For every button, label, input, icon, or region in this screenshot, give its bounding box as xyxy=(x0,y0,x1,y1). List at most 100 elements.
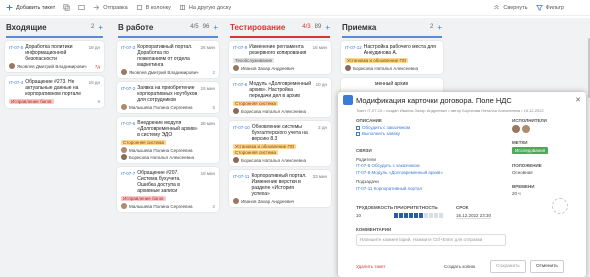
ticket-id[interactable]: IT-07-2 xyxy=(121,85,135,91)
ticket-id[interactable]: IT-07-4 xyxy=(9,79,23,85)
ticket-tag: Техобслуживание xyxy=(233,58,275,63)
ticket-id[interactable]: IT-07-3 xyxy=(121,44,135,50)
collapse-button[interactable]: Свернуть xyxy=(493,4,528,11)
priority-bar[interactable] xyxy=(394,213,443,218)
ticket-card[interactable]: IT-07-9 Изменение регламента резервного … xyxy=(229,41,331,74)
card-assignee: Борисова Наталья Алексеевна xyxy=(233,157,327,163)
send-button[interactable]: Отправка xyxy=(93,4,128,11)
parent-link[interactable]: IT-07-6 Обсудить с заказчиком xyxy=(356,163,420,168)
subtask-link[interactable]: IT-07-11 Корпоративный портал xyxy=(356,186,422,191)
column-count: 4/3 xyxy=(302,24,311,30)
ticket-card[interactable]: IT-07-12 Настройка рабочего места для Ан… xyxy=(341,41,443,74)
checkbox-icon[interactable] xyxy=(356,125,360,130)
avatar[interactable] xyxy=(522,125,530,133)
add-card-icon[interactable]: + xyxy=(325,23,330,32)
to-board-label: На другую доску xyxy=(188,4,232,11)
checklist-item[interactable]: Выполнить заявку xyxy=(356,131,410,136)
avatar[interactable] xyxy=(512,125,520,133)
to-board-button[interactable]: На другую доску xyxy=(179,4,231,11)
ticket-card[interactable]: IT-07-8 Модуль «Долговременный архив». Н… xyxy=(229,78,331,117)
ticket-card[interactable]: IT-07-3 Корпоративный портал. Доработка … xyxy=(117,41,219,78)
ticket-card[interactable]: IT-07-7 Обращение #207. Система бухучета… xyxy=(117,167,219,212)
filter-label: Фильтр xyxy=(545,4,564,11)
effort-value[interactable]: 10 xyxy=(356,213,361,218)
tag-chip[interactable]: Исследования xyxy=(512,147,549,154)
links-label: СВЯЗИ xyxy=(356,148,372,153)
parent-link[interactable]: IT-07-8 Модуль «Долговременный архив» xyxy=(356,170,443,175)
avatar xyxy=(233,157,239,163)
column-divider xyxy=(118,36,218,38)
create-copy-button[interactable]: Создать копию xyxy=(444,264,475,269)
ticket-time: 15 мин xyxy=(200,86,215,91)
priority-segment[interactable] xyxy=(409,213,413,218)
priority-segment[interactable] xyxy=(419,213,423,218)
ticket-id[interactable]: IT-07-11 xyxy=(233,173,249,179)
priority-segment[interactable] xyxy=(434,213,438,218)
ticket-id[interactable]: IT-07-6 xyxy=(121,120,135,126)
add-ticket-label: Добавить тикет xyxy=(16,4,56,11)
cancel-button[interactable]: Отменить xyxy=(530,260,564,273)
time-value[interactable]: 20 ч xyxy=(512,191,521,196)
column-count: 2 xyxy=(90,24,95,30)
close-icon[interactable]: ✕ xyxy=(575,96,581,104)
priority-segment[interactable] xyxy=(404,213,408,218)
ticket-id[interactable]: IT-07-12 xyxy=(345,44,362,50)
add-card-icon[interactable]: + xyxy=(98,23,103,32)
ticket-id[interactable]: IT-07-10 xyxy=(233,124,250,130)
add-ticket-button[interactable]: Добавить тикет xyxy=(6,4,55,11)
ticket-time: 33 мин xyxy=(312,174,327,179)
ticket-card[interactable]: IT-07-11 Корпоративный портал. Изменение… xyxy=(229,170,331,207)
ticket-time: 28 мин xyxy=(200,121,215,126)
add-card-icon[interactable]: + xyxy=(213,23,218,32)
copy-button[interactable] xyxy=(63,4,70,11)
position-label: ПОЛОЖЕНИЕ xyxy=(512,163,542,168)
column-divider xyxy=(6,36,103,38)
ticket-tag: Установка и обновление ПО xyxy=(233,144,297,149)
ticket-id[interactable]: IT-07-5 xyxy=(9,44,23,50)
executor-avatars[interactable] xyxy=(512,125,530,133)
executors-label: ИСПОЛНИТЕЛИ xyxy=(512,118,547,123)
ticket-title: Обращение #207. Система бухучета. Ошибка… xyxy=(137,170,181,194)
ticket-card[interactable]: IT-07-5 Доработка политики информационно… xyxy=(5,41,104,72)
checklist-item[interactable]: Обсудить с заказчиком xyxy=(356,125,410,130)
ticket-id[interactable]: IT-07-8 xyxy=(233,81,247,87)
priority-segment[interactable] xyxy=(429,213,433,218)
watermark-icon xyxy=(552,198,568,214)
priority-segment[interactable] xyxy=(414,213,418,218)
checklist: Обсудить с заказчиком Выполнить заявку xyxy=(356,125,410,136)
delete-ticket-link[interactable]: Удалить тикет xyxy=(356,264,385,269)
avatar xyxy=(121,203,127,209)
ticket-time: 15 дн xyxy=(88,80,100,85)
ticket-time: 26 мин xyxy=(200,45,215,50)
position-value[interactable]: Основная xyxy=(512,170,533,175)
ticket-card[interactable]: IT-07-4 Обращение #273. Не актуальные да… xyxy=(5,76,104,108)
modal-title[interactable]: Модификация карточки договора. Поле НДС xyxy=(356,96,572,105)
add-card-icon[interactable]: + xyxy=(437,23,442,32)
parents-label: Родители xyxy=(356,157,376,162)
ticket-time: 18 дн xyxy=(88,45,100,50)
priority-segment[interactable] xyxy=(394,213,398,218)
filter-button[interactable]: Фильтр xyxy=(535,4,564,11)
avatar xyxy=(345,65,351,71)
archive-button[interactable] xyxy=(78,4,85,11)
ticket-card[interactable]: IT-07-2 Заявка на приобретение корпорати… xyxy=(117,82,219,113)
overdue-badge: 7д xyxy=(94,63,100,69)
column-divider xyxy=(230,36,330,38)
ticket-card[interactable]: IT-07-6 Внедрение модуля «Долговременный… xyxy=(117,117,219,163)
modal-subtitle: Тикет IT-07-15 • создан Иванов Захар Анд… xyxy=(356,108,544,113)
assignee-name: Борисова Наталья Алексеевна xyxy=(129,154,194,160)
comment-input[interactable]: Напишите комментарий. Нажмите Ctrl+Enter… xyxy=(356,234,506,246)
deadline-input[interactable]: 16.12.2022 23:30 xyxy=(456,213,492,219)
assignee-name: Борисова Наталья Алексеевна xyxy=(353,65,418,71)
column-count: 2 xyxy=(429,24,434,30)
priority-segment[interactable] xyxy=(424,213,428,218)
save-button[interactable]: Сохранить xyxy=(490,260,526,273)
ticket-card[interactable]: IT-07-10 Обновление системы бухгалтерско… xyxy=(229,121,331,166)
priority-segment[interactable] xyxy=(399,213,403,218)
priority-segment[interactable] xyxy=(439,213,443,218)
assignee-name: Малышева Полина Сергеевна xyxy=(129,203,193,209)
ticket-id[interactable]: IT-07-7 xyxy=(121,170,135,176)
to-column-button[interactable]: В колонку xyxy=(136,4,171,11)
checkbox-icon[interactable] xyxy=(356,131,360,136)
ticket-id[interactable]: IT-07-9 xyxy=(233,44,247,50)
